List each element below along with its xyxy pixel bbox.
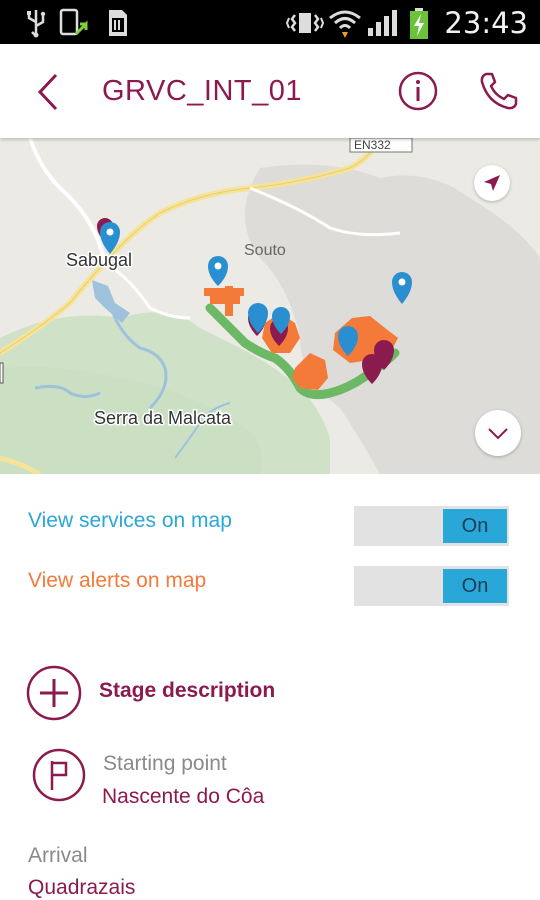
battery-charging-icon xyxy=(410,8,428,39)
arrival-value: Quadrazais xyxy=(28,876,136,899)
app-bar: GRVC_INT_01 xyxy=(0,44,540,138)
stage-description-button[interactable]: Stage description xyxy=(99,679,275,703)
services-toggle-row: View services on map On xyxy=(0,500,540,550)
vibrate-icon xyxy=(286,13,324,33)
navigation-arrow-icon xyxy=(484,175,500,191)
alerts-toggle-row: View alerts on map On xyxy=(0,560,540,610)
wifi-icon xyxy=(329,10,361,38)
arrival-label: Arrival xyxy=(28,844,88,867)
back-arrow-icon[interactable] xyxy=(34,72,62,112)
chevron-down-icon xyxy=(488,428,508,440)
my-location-button[interactable] xyxy=(474,165,510,201)
info-icon[interactable] xyxy=(397,70,439,112)
map-view[interactable]: EN332 Sabugal Souto Serra da Malcata xyxy=(0,138,540,474)
clock: 23:43 xyxy=(444,6,528,40)
village-label: Souto xyxy=(244,242,286,259)
town-label: Sabugal xyxy=(66,250,132,270)
road-shield-label: EN332 xyxy=(354,138,391,152)
phone-icon[interactable] xyxy=(478,70,520,112)
screenshot-icon xyxy=(59,8,88,36)
page-title: GRVC_INT_01 xyxy=(102,75,302,107)
flag-icon xyxy=(32,748,86,802)
services-toggle-label: View services on map xyxy=(28,509,232,532)
map-canvas[interactable]: EN332 Sabugal Souto Serra da Malcata xyxy=(0,138,540,474)
range-label: Serra da Malcata xyxy=(94,408,232,428)
services-toggle-state: On xyxy=(443,509,507,543)
expand-stage-icon[interactable] xyxy=(26,665,82,721)
usb-icon xyxy=(27,10,46,38)
starting-point-value: Nascente do Côa xyxy=(102,785,265,808)
signal-icon xyxy=(368,10,397,36)
status-bar: 23:43 xyxy=(0,0,540,44)
alerts-toggle-state: On xyxy=(443,569,507,603)
services-toggle[interactable]: On xyxy=(354,506,509,546)
alerts-toggle[interactable]: On xyxy=(354,566,509,606)
alerts-toggle-label: View alerts on map xyxy=(28,569,207,592)
expand-map-button[interactable] xyxy=(475,410,521,456)
starting-point-label: Starting point xyxy=(103,752,227,775)
sd-card-icon xyxy=(109,10,127,36)
